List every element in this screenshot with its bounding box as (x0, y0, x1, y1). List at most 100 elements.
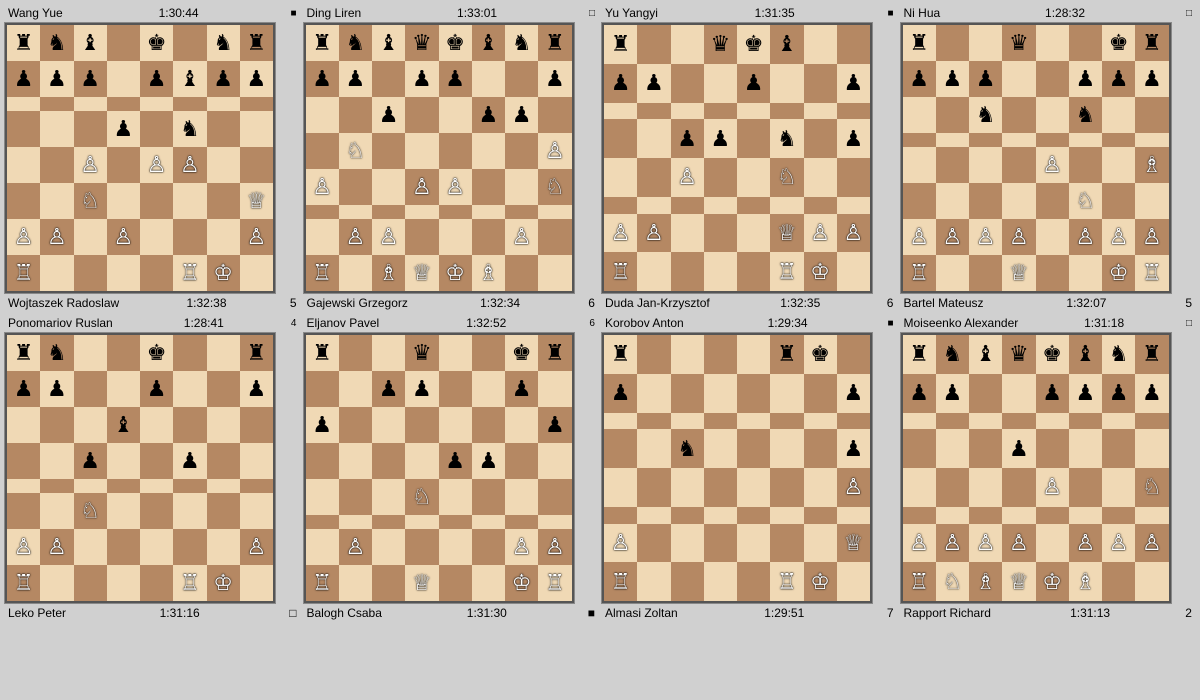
square-1-7-2: ♗ (372, 255, 405, 291)
square-0-6-7: ♙ (240, 219, 273, 255)
board-wrapper-6: ♜♜♚♟♟♞♟♙♙♕♖♖♔ (601, 332, 873, 604)
square-0-3-0 (7, 111, 40, 147)
square-3-2-0 (903, 97, 936, 133)
square-2-4-2: ♙ (671, 158, 704, 197)
square-6-3-4 (737, 429, 770, 468)
square-5-3-3 (405, 443, 438, 479)
square-7-7-2: ♗ (969, 562, 1002, 601)
top-player-time-0: 1:30:44 (159, 6, 199, 20)
square-1-3-7: ♙ (538, 133, 571, 169)
square-0-7-2 (74, 255, 107, 291)
square-7-2-6 (1102, 413, 1135, 430)
square-1-3-0 (306, 133, 339, 169)
square-0-0-1: ♞ (40, 25, 73, 61)
square-5-3-4: ♟ (439, 443, 472, 479)
square-0-7-1 (40, 255, 73, 291)
square-6-1-7: ♟ (837, 374, 870, 413)
square-3-5-6 (1102, 183, 1135, 219)
square-6-5-0 (604, 507, 637, 524)
square-6-7-7 (837, 562, 870, 601)
square-3-4-0 (903, 147, 936, 183)
square-6-3-5 (770, 429, 803, 468)
square-2-2-4 (737, 103, 770, 120)
bottom-player-time-2: 1:32:35 (780, 296, 820, 310)
square-3-0-4 (1036, 25, 1069, 61)
square-7-5-6 (1102, 507, 1135, 524)
square-6-6-6 (804, 524, 837, 563)
square-3-0-7: ♜ (1135, 25, 1168, 61)
square-5-5-1 (339, 515, 372, 529)
square-5-3-7 (538, 443, 571, 479)
square-2-1-6 (804, 64, 837, 103)
square-4-6-1: ♙ (40, 529, 73, 565)
top-player-name-6: Korobov Anton (605, 316, 684, 330)
square-3-6-4 (1036, 219, 1069, 255)
square-4-1-1: ♟ (40, 371, 73, 407)
chess-board-0: ♜♞♝♚♞♜♟♟♟♟♝♟♟♟♞♙♙♙♘♕♙♙♙♙♖♖♔ (5, 23, 275, 293)
square-0-1-1: ♟ (40, 61, 73, 97)
square-0-5-4 (140, 183, 173, 219)
top-player-time-4: 1:28:41 (184, 316, 224, 330)
square-5-4-3: ♘ (405, 479, 438, 515)
square-1-3-4 (439, 133, 472, 169)
square-5-2-5 (472, 407, 505, 443)
bottom-player-name-0: Wojtaszek Radoslaw (8, 296, 119, 310)
square-7-6-0: ♙ (903, 524, 936, 563)
square-0-7-0: ♖ (7, 255, 40, 291)
square-0-2-1 (40, 97, 73, 111)
chess-board-7: ♜♞♝♛♚♝♞♜♟♟♟♟♟♟♟♙♘♙♙♙♙♙♙♙♖♘♗♕♔♗ (901, 333, 1171, 603)
square-1-7-7 (538, 255, 571, 291)
square-1-4-3: ♙ (405, 169, 438, 205)
square-3-0-1 (936, 25, 969, 61)
square-1-6-6: ♙ (505, 219, 538, 255)
square-7-3-7 (1135, 429, 1168, 468)
square-5-7-4 (439, 565, 472, 601)
square-3-3-6 (1102, 133, 1135, 147)
top-player-time-3: 1:28:32 (1045, 6, 1085, 20)
square-2-5-1 (637, 197, 670, 214)
square-4-5-7 (240, 493, 273, 529)
bottom-player-name-1: Gajewski Grzegorz (307, 296, 408, 310)
square-0-5-2: ♘ (74, 183, 107, 219)
square-3-3-1 (936, 133, 969, 147)
square-3-3-5 (1069, 133, 1102, 147)
square-4-1-7: ♟ (240, 371, 273, 407)
square-7-2-4 (1036, 413, 1069, 430)
square-3-6-1: ♙ (936, 219, 969, 255)
bottom-player-name-5: Balogh Csaba (307, 606, 382, 620)
bottom-move-count-6: 7 (887, 606, 894, 620)
square-1-5-6 (505, 205, 538, 219)
square-5-4-2 (372, 479, 405, 515)
square-4-1-2 (74, 371, 107, 407)
square-1-7-3: ♕ (405, 255, 438, 291)
square-0-5-3 (107, 183, 140, 219)
square-1-7-4: ♔ (439, 255, 472, 291)
square-1-6-0 (306, 219, 339, 255)
square-1-5-2 (372, 205, 405, 219)
square-3-3-4 (1036, 133, 1069, 147)
square-4-5-2: ♘ (74, 493, 107, 529)
square-1-0-1: ♞ (339, 25, 372, 61)
square-4-4-4 (140, 479, 173, 493)
board-wrapper-1: ♜♞♝♛♚♝♞♜♟♟♟♟♟♟♟♟♘♙♙♙♙♘♙♙♙♖♗♕♔♗ (303, 22, 575, 294)
square-5-7-6: ♔ (505, 565, 538, 601)
square-3-2-7 (1135, 97, 1168, 133)
top-player-status-2: ■ (887, 8, 893, 19)
square-3-5-3 (1002, 183, 1035, 219)
square-3-7-6: ♔ (1102, 255, 1135, 291)
square-6-7-2 (671, 562, 704, 601)
square-1-4-4: ♙ (439, 169, 472, 205)
square-6-7-1 (637, 562, 670, 601)
square-1-3-5 (472, 133, 505, 169)
square-4-3-3 (107, 443, 140, 479)
square-7-6-6: ♙ (1102, 524, 1135, 563)
square-5-3-2 (372, 443, 405, 479)
square-5-6-4 (439, 529, 472, 565)
square-4-7-0: ♖ (7, 565, 40, 601)
square-6-1-0: ♟ (604, 374, 637, 413)
square-6-0-0: ♜ (604, 335, 637, 374)
square-1-0-2: ♝ (372, 25, 405, 61)
square-1-5-5 (472, 205, 505, 219)
square-7-1-1: ♟ (936, 374, 969, 413)
square-6-6-7: ♕ (837, 524, 870, 563)
